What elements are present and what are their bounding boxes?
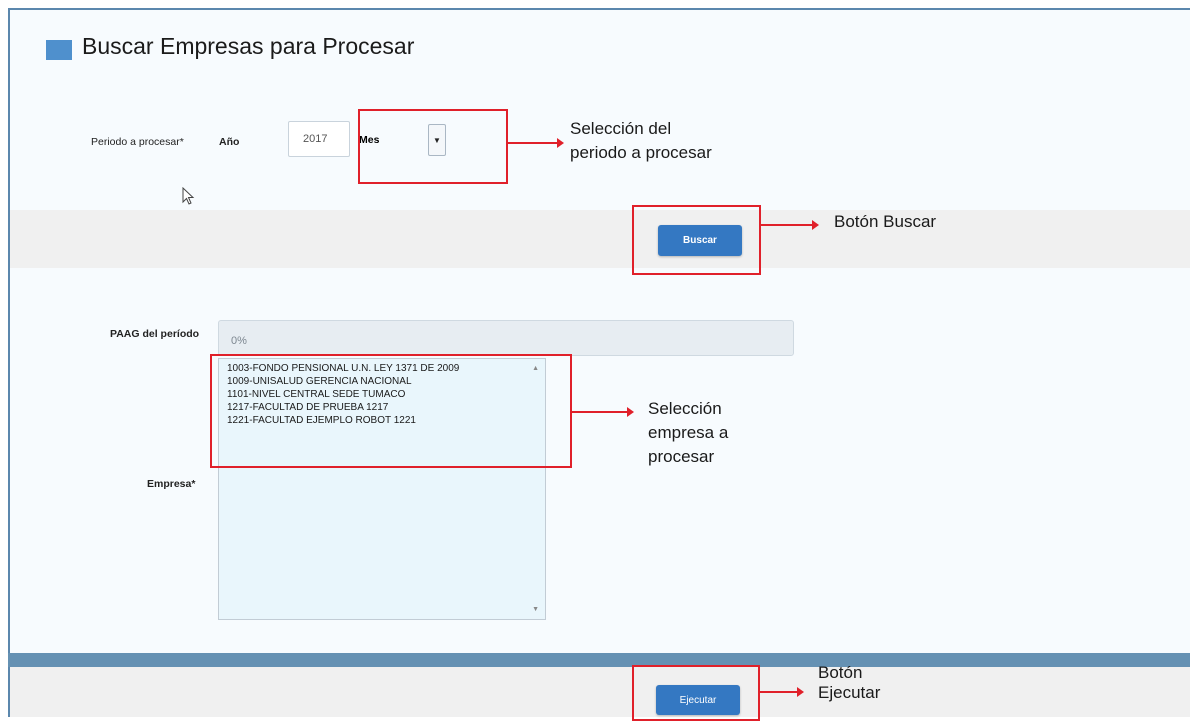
empresa-highlight-box (210, 354, 572, 468)
ejecutar-annotation: Botón Ejecutar (818, 663, 880, 703)
title-marker-icon (46, 40, 72, 60)
paag-field: 0% (218, 320, 794, 356)
year-label: Año (219, 136, 240, 148)
scroll-down-icon[interactable]: ▼ (532, 606, 539, 613)
ejecutar-arrow-icon (760, 687, 804, 697)
empresa-annotation: Selección empresa a procesar (648, 397, 728, 469)
form-panel (8, 8, 1190, 717)
execute-action-bar (10, 667, 1190, 717)
empresa-annotation-line: empresa a (648, 423, 729, 442)
period-arrow-icon (508, 138, 564, 148)
buscar-annotation: Botón Buscar (834, 212, 937, 231)
buscar-highlight-box (632, 205, 761, 275)
period-label: Periodo a procesar* (91, 136, 184, 148)
empresa-label: Empresa* (147, 478, 196, 490)
search-action-bar (10, 210, 1190, 268)
ejecutar-annotation-line: Botón (818, 663, 863, 682)
period-annotation-line: Selección del (570, 119, 672, 138)
paag-label: PAAG del período (110, 328, 200, 340)
period-annotation-line: periodo a procesar (570, 143, 712, 162)
year-input[interactable] (288, 121, 350, 157)
period-annotation: Selección del periodo a procesar (570, 117, 712, 165)
ejecutar-highlight-box (632, 665, 760, 721)
buscar-arrow-icon (761, 220, 819, 230)
empresa-annotation-line: procesar (648, 447, 715, 466)
page-title: Buscar Empresas para Procesar (82, 33, 415, 59)
footer-divider (8, 653, 1190, 667)
empresa-arrow-icon (572, 407, 634, 417)
ejecutar-annotation-line: Ejecutar (818, 683, 881, 702)
mouse-cursor-icon (182, 187, 195, 205)
empresa-annotation-line: Selección (648, 399, 722, 418)
period-highlight-box (358, 109, 508, 184)
